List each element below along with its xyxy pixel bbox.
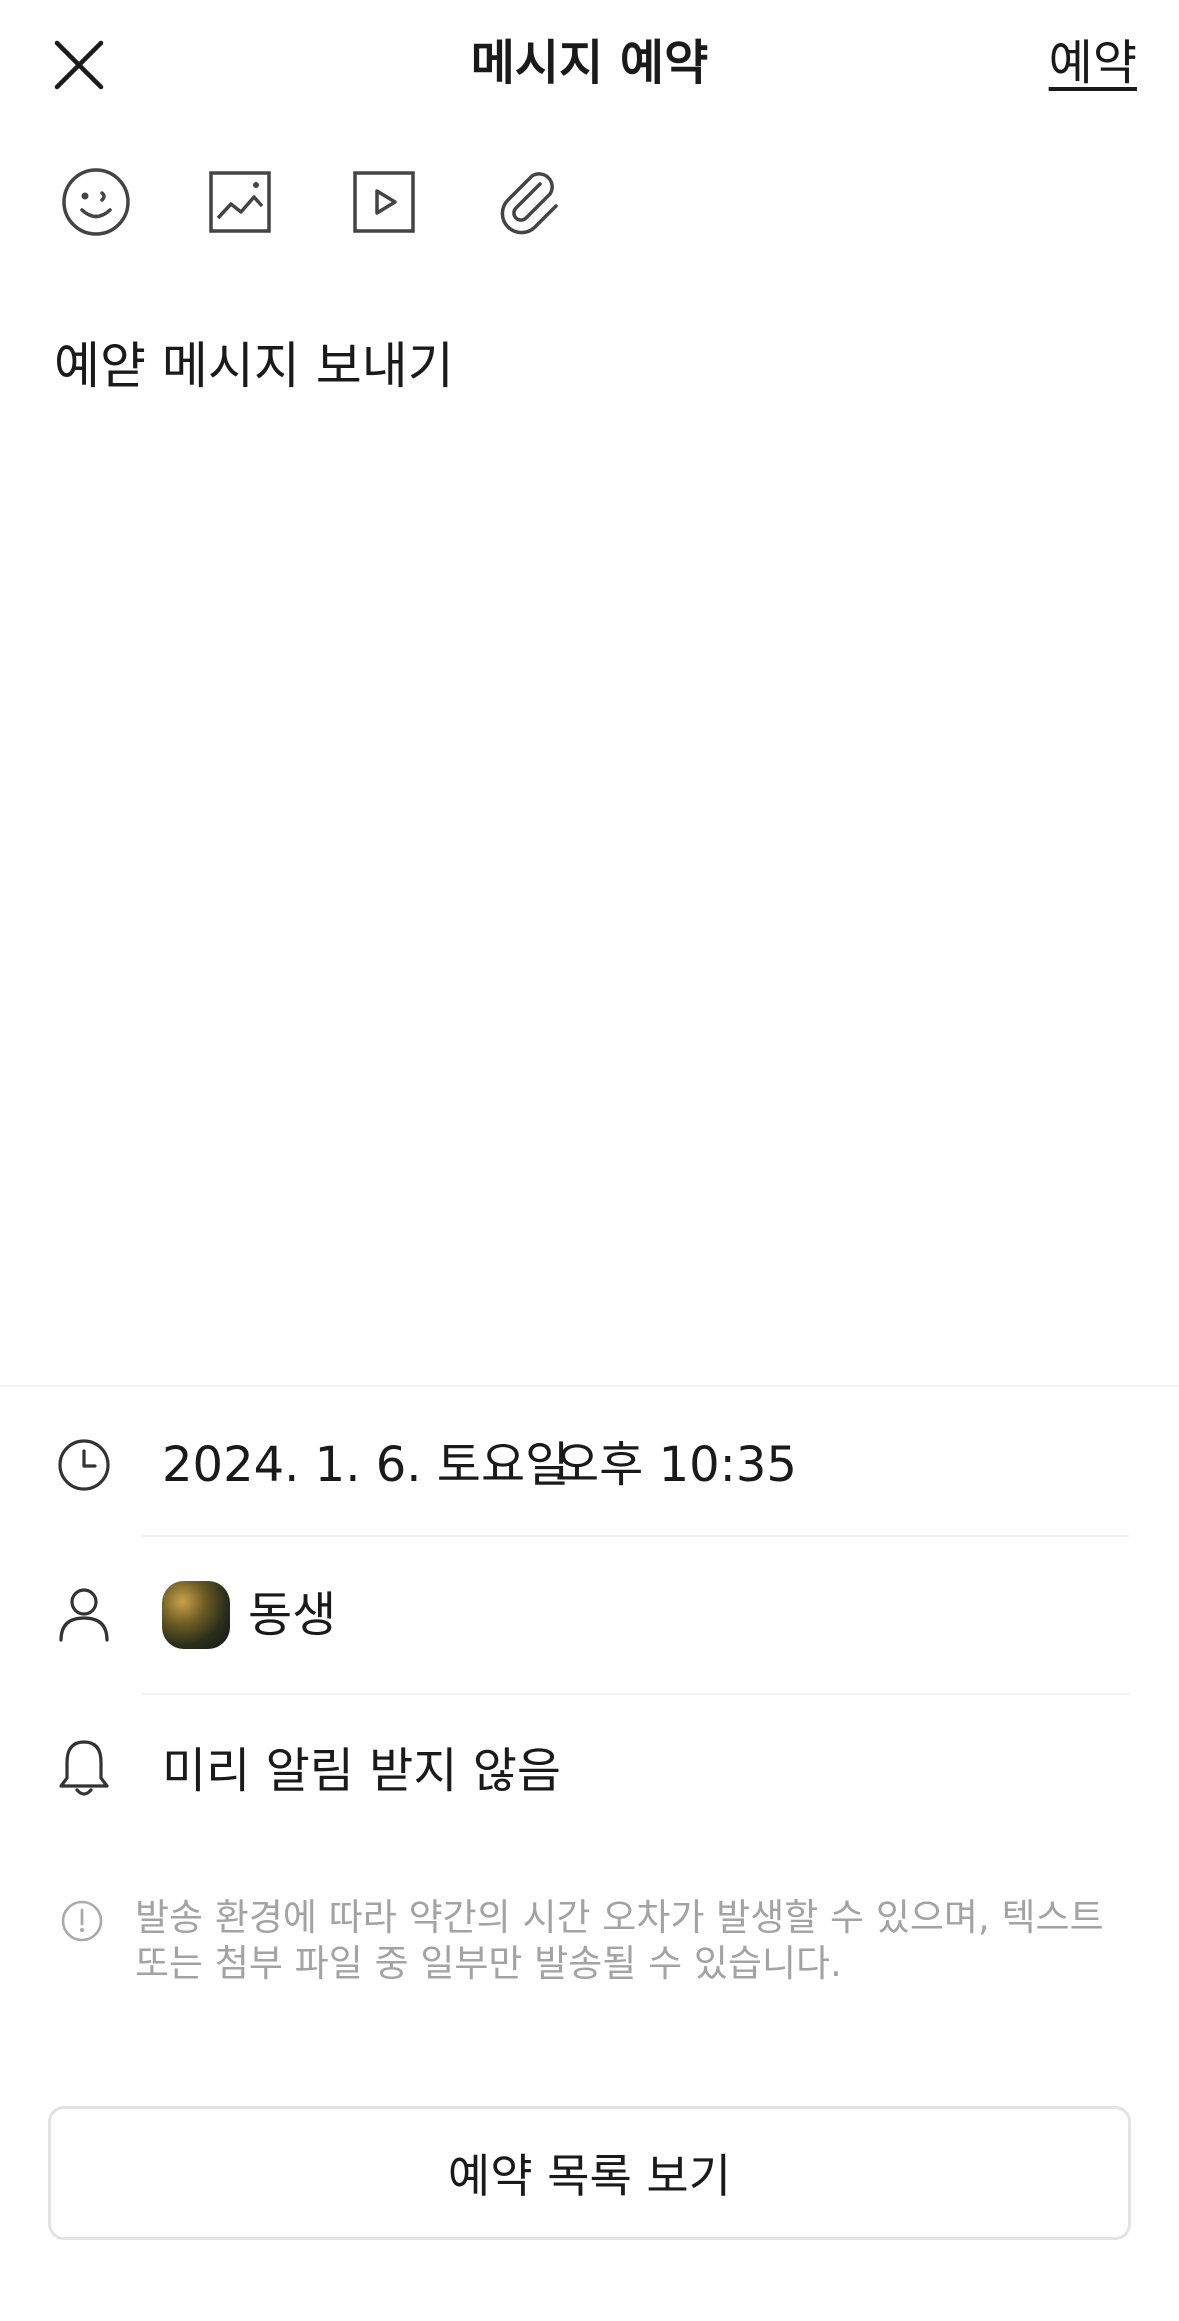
image-icon <box>209 171 271 233</box>
attachment-icon <box>500 172 558 235</box>
video-icon <box>353 171 415 233</box>
view-schedule-list-button[interactable]: 예약 목록 보기 <box>48 2106 1131 2240</box>
recipient-avatar <box>162 1581 230 1649</box>
info-icon <box>60 1899 104 1943</box>
message-input[interactable]: 예얃 메시지 보내기 <box>54 326 1125 406</box>
image-button[interactable] <box>198 160 282 244</box>
emoticon-button[interactable] <box>54 160 138 244</box>
row-divider <box>142 1693 1129 1695</box>
page-title: 메시지 예약 <box>470 35 709 91</box>
person-icon <box>54 1585 114 1645</box>
send-notice-text: 발송 환경에 따라 약간의 시간 오차가 발생할 수 있으며, 텍스트 또는 첨… <box>135 1896 1104 1985</box>
bell-icon <box>54 1738 114 1798</box>
schedule-submit-button[interactable]: 예약 <box>1049 28 1137 98</box>
emoticon-icon <box>62 168 130 236</box>
video-button[interactable] <box>342 160 426 244</box>
recipient-name: 동생 <box>248 1587 337 1643</box>
clock-icon <box>54 1435 114 1495</box>
schedule-time: 오후 10:35 <box>555 1437 797 1493</box>
reminder-label: 미리 알림 받지 않음 <box>162 1743 562 1799</box>
attach-file-button[interactable] <box>486 160 570 244</box>
schedule-date: 2024. 1. 6. 토요일 <box>162 1437 570 1493</box>
section-divider <box>0 1385 1179 1387</box>
row-divider <box>142 1535 1129 1537</box>
